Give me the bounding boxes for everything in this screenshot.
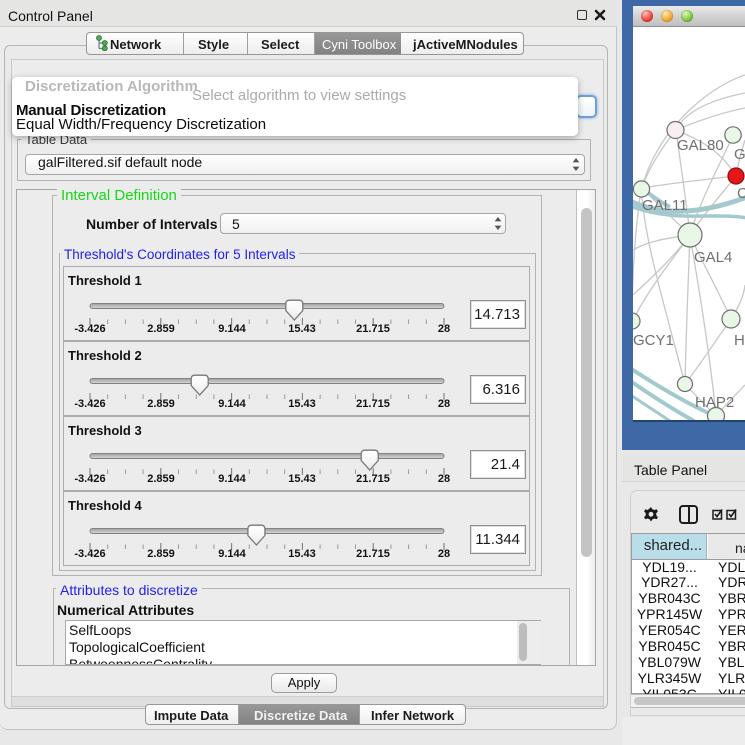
svg-text:GAL4: GAL4 [694,249,732,266]
svg-text:GCY1: GCY1 [633,332,674,349]
svg-text:HAP2: HAP2 [695,394,734,411]
svg-text:H: H [734,332,745,349]
svg-text:GAL80: GAL80 [677,137,724,154]
svg-text:GAL11: GAL11 [642,197,688,214]
svg-text:GA: GA [734,146,745,163]
svg-text:C: C [737,185,745,202]
